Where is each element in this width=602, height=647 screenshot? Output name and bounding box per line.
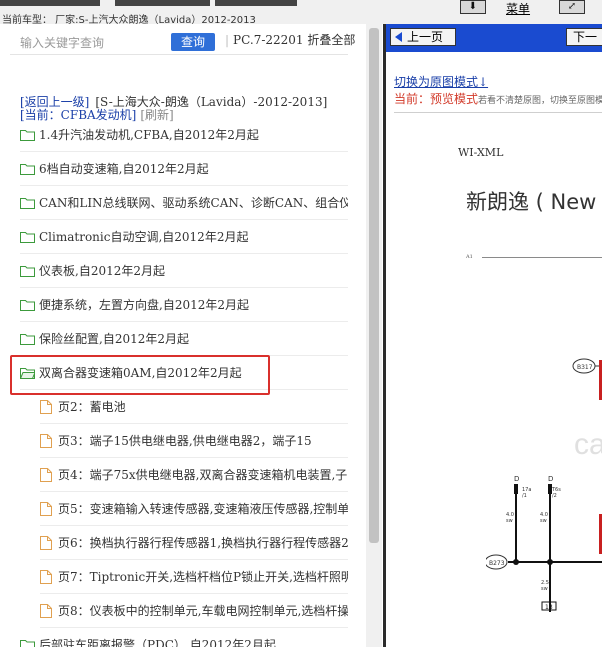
sw3-label: sw xyxy=(541,586,548,592)
pc-code: PC.7-22201 xyxy=(233,33,304,47)
tree-folder-item[interactable]: 仪表板,自2012年2月起 xyxy=(20,254,348,288)
junction-1 xyxy=(513,559,519,565)
tree-page-item[interactable]: 页4：端子75x供电继电器,双离合器变速箱机电装置,子 xyxy=(40,458,348,492)
doc-code: WI-XML xyxy=(458,146,504,159)
tree-item-label: 1.4升汽油发动机,CFBA,自2012年2月起 xyxy=(39,128,259,142)
next-page-label: 下一 xyxy=(573,30,598,44)
tree-item-label: 页3：端子15供电继电器,供电继电器2，端子15 xyxy=(58,434,312,448)
toolbar-strip-left xyxy=(0,0,100,6)
tree-item-label: 仪表板,自2012年2月起 xyxy=(39,264,165,278)
mode-label: 预览模式 xyxy=(430,92,479,106)
left-tree-panel: 查询 |PC.7-22201 折叠全部 [返回上一级][S-上海大众-朗逸（La… xyxy=(0,24,384,647)
folder-icon xyxy=(20,163,35,175)
sw1-label: sw xyxy=(506,518,513,524)
folder-icon xyxy=(20,299,35,311)
viewer-nav-bar: 上一页 下一 xyxy=(386,24,602,52)
mode-divider xyxy=(394,112,602,113)
tree-page-item[interactable]: 页5：变速箱输入转速传感器,变速箱液压传感器,控制单元 xyxy=(40,492,348,526)
d2-label: D xyxy=(548,475,553,483)
mode-line: 当前：预览模式若看不清楚原图，切换至原图模式 xyxy=(394,90,602,107)
wiring-diagram: ca B317 D D 17a /1 T6s /2 4.0 sw 4.0 sw … xyxy=(486,358,602,612)
tree-folder-item[interactable]: 便捷系统，左置方向盘,自2012年2月起 xyxy=(20,288,348,322)
search-input[interactable] xyxy=(20,32,170,54)
download-icon[interactable]: ⬇ xyxy=(460,0,486,14)
switch-mode-link[interactable]: 切换为原图模式↓ xyxy=(394,73,488,90)
arrow-left-icon xyxy=(395,32,402,42)
tree-page-item[interactable]: 页3：端子15供电继电器,供电继电器2，端子15 xyxy=(40,424,348,458)
page-icon xyxy=(40,569,52,584)
tree-item-label: 后部驻车距离报警（PDC）,自2012年2月起 xyxy=(39,638,276,647)
scroll-thumb[interactable] xyxy=(369,28,379,543)
tree-page-item[interactable]: 页6：换档执行器行程传感器1,换档执行器行程传感器2 xyxy=(40,526,348,560)
folder-icon xyxy=(20,265,35,277)
doc-title-rule xyxy=(482,257,602,258)
page-icon xyxy=(40,433,52,448)
left-scrollbar[interactable] xyxy=(366,24,382,647)
tree-page-item[interactable]: 页2：蓄电池 xyxy=(40,390,348,424)
tree-folder-item[interactable]: CAN和LIN总线联网、驱动系统CAN、诊断CAN、组合仪表CAN xyxy=(20,186,348,220)
folder-icon xyxy=(20,129,35,141)
tree-item-label: 页6：换档执行器行程传感器1,换档执行器行程传感器2 xyxy=(58,536,348,550)
tree-folder-item[interactable]: 1.4升汽油发动机,CFBA,自2012年2月起 xyxy=(20,118,348,152)
menu-link[interactable]: 菜单 xyxy=(506,0,530,17)
doc-a1-label: A1 xyxy=(466,254,473,260)
tree-item-label: 页5：变速箱输入转速传感器,变速箱液压传感器,控制单元 xyxy=(58,502,348,516)
page-icon xyxy=(40,535,52,550)
tree-item-label: CAN和LIN总线联网、驱动系统CAN、诊断CAN、组合仪表CAN xyxy=(39,196,348,210)
top-toolbar: 当前车型： 厂家:S-上汽大众朗逸（Lavida）2012-2013 ⬇ 菜单 … xyxy=(0,0,602,26)
ground-label: 13 xyxy=(545,604,553,611)
tree-item-label: 便捷系统，左置方向盘,自2012年2月起 xyxy=(39,298,249,312)
diagram-watermark: ca xyxy=(574,428,602,461)
page-icon xyxy=(40,603,52,618)
search-meta: | PC.7-22201 折叠全部 xyxy=(225,31,355,48)
selection-highlight xyxy=(10,355,270,395)
prev-page-label: 上一页 xyxy=(407,30,444,44)
search-divider xyxy=(10,54,348,55)
tree-folder-item[interactable]: 后部驻车距离报警（PDC）,自2012年2月起 xyxy=(20,628,348,647)
d1-connector xyxy=(514,484,518,494)
tree-item-label: 6档自动变速箱,自2012年2月起 xyxy=(39,162,209,176)
wire2b-label: /2 xyxy=(552,493,557,499)
sw2-label: sw xyxy=(540,518,547,524)
mode-prefix: 当前： xyxy=(394,92,431,106)
d1-label: D xyxy=(514,475,519,483)
prev-page-button[interactable]: 上一页 xyxy=(390,28,456,46)
folder-icon xyxy=(20,639,35,647)
doc-title: 新朗逸 ( New L xyxy=(466,190,602,214)
wire1b-label: /1 xyxy=(522,493,527,499)
folder-icon xyxy=(20,231,35,243)
page-icon xyxy=(40,399,52,414)
document-viewer: 上一页 下一 切换为原图模式↓ 当前：预览模式若看不清楚原图，切换至原图模式 W… xyxy=(386,24,602,647)
tree-item-label: 保险丝配置,自2012年2月起 xyxy=(39,332,189,346)
tree-item-label: 页8：仪表板中的控制单元,车载电网控制单元,选档杆操纵 xyxy=(58,604,348,618)
tree-folder-item[interactable]: 保险丝配置,自2012年2月起 xyxy=(20,322,348,356)
folder-icon xyxy=(20,333,35,345)
toolbar-strip-middle xyxy=(115,0,210,6)
tree-page-item[interactable]: 页8：仪表板中的控制单元,车载电网控制单元,选档杆操纵 xyxy=(40,594,348,628)
folder-icon xyxy=(20,197,35,209)
meta-separator: | xyxy=(225,33,230,47)
b317-label: B317 xyxy=(577,364,593,371)
tree-folder-item[interactable]: Climatronic自动空调,自2012年2月起 xyxy=(20,220,348,254)
tree-page-item[interactable]: 页7：Tiptronic开关,选档杆档位P锁止开关,选档杆照明 xyxy=(40,560,348,594)
page-icon xyxy=(40,467,52,482)
tree-item-label: 页4：端子75x供电继电器,双离合器变速箱机电装置,子 xyxy=(58,468,348,482)
tree-folder-item[interactable]: 6档自动变速箱,自2012年2月起 xyxy=(20,152,348,186)
b273-label: B273 xyxy=(489,560,505,567)
mode-hint: 若看不清楚原图，切换至原图模式 xyxy=(478,96,602,106)
tree-item-label: 页2：蓄电池 xyxy=(58,400,126,414)
tree-item-label: Climatronic自动空调,自2012年2月起 xyxy=(39,230,249,244)
next-page-button[interactable]: 下一 xyxy=(566,28,602,46)
page-icon xyxy=(40,501,52,516)
tree-item-label: 页7：Tiptronic开关,选档杆档位P锁止开关,选档杆照明 xyxy=(58,570,348,584)
search-button[interactable]: 查询 xyxy=(171,33,215,51)
collapse-all-link[interactable]: 折叠全部 xyxy=(307,33,355,47)
expand-icon[interactable]: ⤢ xyxy=(559,0,585,14)
toolbar-strip-right xyxy=(215,0,297,6)
